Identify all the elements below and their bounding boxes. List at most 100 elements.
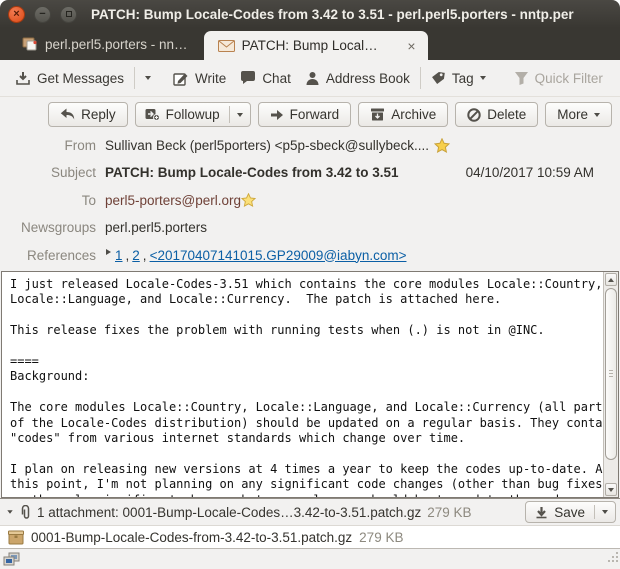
get-messages-dropdown[interactable] — [138, 70, 158, 86]
scroll-down-button[interactable] — [605, 483, 617, 496]
arrow-up-icon — [608, 278, 614, 282]
reply-button[interactable]: Reply — [48, 102, 128, 127]
tag-button[interactable]: Tag — [424, 65, 493, 92]
save-dropdown[interactable] — [595, 502, 615, 522]
to-value[interactable]: perl5-porters@perl.org — [105, 193, 241, 208]
tab-message[interactable]: PATCH: Bump Local… × — [204, 31, 428, 60]
chevron-down-icon — [602, 510, 608, 514]
star-icon[interactable] — [434, 138, 450, 153]
maximize-window-button[interactable] — [60, 6, 77, 23]
delete-button[interactable]: Delete — [455, 102, 538, 127]
archive-icon — [370, 108, 385, 121]
forward-button[interactable]: Forward — [258, 102, 352, 127]
attachment-summary: 1 attachment: 0001-Bump-Locale-Codes…3.4… — [37, 505, 421, 520]
attachment-toggle-icon[interactable] — [7, 510, 12, 514]
window-title: PATCH: Bump Locale-Codes from 3.42 to 3.… — [91, 7, 612, 22]
reply-icon — [60, 108, 75, 121]
to-row: To perl5-porters@perl.org — [8, 191, 612, 209]
window-controls: × − — [8, 6, 77, 23]
address-book-button[interactable]: Address Book — [298, 65, 417, 92]
from-row: From Sullivan Beck (perl5porters) <p5p-s… — [8, 136, 612, 154]
save-button[interactable]: Save — [526, 502, 594, 522]
write-label: Write — [195, 71, 226, 86]
toolbar-separator — [134, 67, 135, 89]
write-button[interactable]: Write — [166, 65, 233, 92]
newsgroups-value: perl.perl5.porters — [105, 220, 207, 235]
followup-dropdown[interactable] — [230, 103, 250, 126]
references-links: 1, 2, <20170407141015.GP29009@iabyn.com> — [115, 248, 406, 263]
status-bar — [0, 548, 620, 569]
arrow-down-icon — [608, 488, 614, 492]
thunderbird-window: × − PATCH: Bump Locale-Codes from 3.42 t… — [0, 0, 620, 569]
maximize-icon — [66, 11, 72, 17]
star-outline-icon[interactable] — [241, 193, 256, 207]
from-label: From — [8, 138, 96, 153]
attachment-size: 279 KB — [359, 530, 403, 545]
minimize-window-button[interactable]: − — [34, 6, 51, 23]
scrollbar-thumb[interactable] — [605, 288, 617, 460]
to-label: To — [8, 193, 96, 208]
chevron-down-icon — [237, 113, 243, 117]
forward-label: Forward — [290, 107, 340, 122]
newsgroups-row: Newsgroups perl.perl5.porters — [8, 219, 612, 237]
chat-icon — [240, 71, 256, 85]
chevron-down-icon — [480, 76, 486, 80]
attachment-summary-size: 279 KB — [427, 505, 471, 520]
save-split-button: Save — [525, 501, 616, 523]
save-download-icon — [535, 506, 548, 519]
subject-row: Subject PATCH: Bump Locale-Codes from 3.… — [8, 164, 612, 182]
forward-icon — [270, 109, 284, 121]
scroll-up-button[interactable] — [605, 273, 617, 286]
chevron-down-icon — [594, 113, 600, 117]
message-header-panel: Reply Followup Forward — [0, 97, 620, 271]
quick-filter-icon — [514, 71, 529, 85]
chat-button[interactable]: Chat — [233, 65, 298, 92]
reference-link[interactable]: <20170407141015.GP29009@iabyn.com> — [150, 248, 407, 263]
tab-label: PATCH: Bump Local… — [242, 38, 378, 53]
main-toolbar: Get Messages Write Chat Address Book — [0, 60, 620, 97]
attachment-filename[interactable]: 0001-Bump-Locale-Codes-from-3.42-to-3.51… — [31, 530, 352, 545]
followup-button[interactable]: Followup — [136, 103, 229, 126]
get-messages-button[interactable]: Get Messages — [8, 65, 131, 92]
tab-strip: perl.perl5.porters - nn… PATCH: Bump Loc… — [0, 28, 620, 60]
vertical-scrollbar[interactable] — [603, 272, 618, 497]
more-button[interactable]: More — [545, 102, 612, 127]
quick-filter-label: Quick Filter — [535, 71, 603, 86]
archive-file-icon — [8, 530, 24, 545]
paperclip-icon — [19, 505, 31, 520]
chevron-down-icon — [145, 76, 151, 80]
tag-label: Tag — [452, 71, 474, 86]
reference-link[interactable]: 2 — [132, 248, 140, 263]
quick-filter-button[interactable]: Quick Filter — [507, 65, 610, 92]
subject-label: Subject — [8, 165, 96, 180]
get-messages-label: Get Messages — [37, 71, 124, 86]
reply-label: Reply — [81, 107, 116, 122]
newsgroups-label: Newsgroups — [8, 220, 96, 235]
attachment-bar: 1 attachment: 0001-Bump-Locale-Codes…3.4… — [0, 498, 620, 525]
archive-label: Archive — [391, 107, 436, 122]
references-expander-icon[interactable] — [106, 249, 111, 255]
resize-grip[interactable] — [606, 550, 619, 568]
close-window-button[interactable]: × — [8, 6, 25, 23]
network-status-icon[interactable] — [3, 552, 21, 567]
message-body-pane: I just released Locale-Codes-3.51 which … — [1, 271, 619, 498]
attachment-list: 0001-Bump-Locale-Codes-from-3.42-to-3.51… — [0, 525, 620, 548]
followup-label: Followup — [166, 107, 220, 122]
subject-value: PATCH: Bump Locale-Codes from 3.42 to 3.… — [105, 165, 399, 180]
archive-button[interactable]: Archive — [358, 102, 448, 127]
titlebar: × − PATCH: Bump Locale-Codes from 3.42 t… — [0, 0, 620, 28]
tab-close-icon[interactable]: × — [405, 38, 417, 54]
write-icon — [173, 71, 189, 86]
toolbar-separator — [420, 67, 421, 89]
references-row: References 1, 2, <20170407141015.GP29009… — [8, 246, 612, 264]
delete-icon — [467, 108, 481, 122]
tab-newsgroup[interactable]: perl.perl5.porters - nn… — [12, 32, 204, 60]
reference-link[interactable]: 1 — [115, 248, 123, 263]
header-fields: From Sullivan Beck (perl5porters) <p5p-s… — [8, 136, 612, 264]
chat-label: Chat — [262, 71, 291, 86]
envelope-icon — [218, 40, 235, 52]
delete-label: Delete — [487, 107, 526, 122]
references-label: References — [8, 248, 96, 263]
tab-label: perl.perl5.porters - nn… — [45, 37, 188, 52]
save-label: Save — [554, 505, 585, 520]
